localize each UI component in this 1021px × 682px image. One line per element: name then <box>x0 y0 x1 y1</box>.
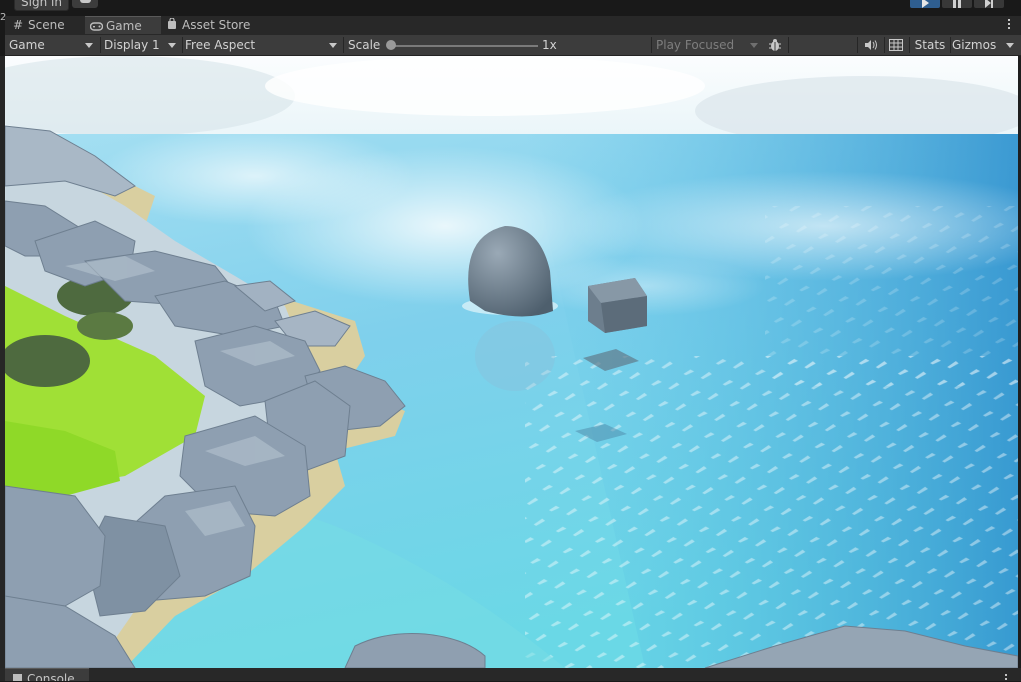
pause-icon <box>953 0 961 8</box>
toolbar-divider <box>950 37 951 53</box>
tab-asset-store[interactable]: Asset Store <box>165 16 250 35</box>
display-dropdown[interactable]: Display 1 <box>104 35 180 55</box>
console-icon <box>13 674 22 681</box>
tab-label: Console <box>27 672 75 681</box>
scale-value: 1x <box>542 38 557 52</box>
game-scene-render <box>5 56 1018 668</box>
stats-button[interactable]: Stats <box>911 35 949 55</box>
step-button[interactable] <box>974 0 1004 8</box>
sign-in-button[interactable]: Sign in <box>14 0 69 11</box>
cloud-button[interactable] <box>72 0 98 8</box>
tab-bar: # Scene Game Asset Store <box>5 16 1021 35</box>
play-icon <box>922 0 929 8</box>
tab-console[interactable]: Console <box>5 668 89 681</box>
grid-hash-icon: # <box>12 18 24 32</box>
gamepad-icon <box>89 17 103 36</box>
grid-icon <box>889 39 903 51</box>
play-focused-dropdown[interactable]: Play Focused <box>656 35 762 55</box>
speaker-icon <box>865 40 877 50</box>
gizmos-dropdown[interactable]: Gizmos <box>952 35 1018 55</box>
tab-label: Scene <box>28 18 65 32</box>
toolbar-divider <box>857 37 858 53</box>
toolbar-divider <box>884 37 885 53</box>
tab-scene[interactable]: # Scene <box>11 16 65 35</box>
game-toolbar: Game Display 1 Free Aspect Scale 1x Play… <box>5 35 1021 56</box>
shopping-bag-icon <box>165 16 179 35</box>
scale-slider-track[interactable] <box>390 45 538 47</box>
cloud-icon <box>80 0 91 3</box>
toolbar-divider <box>343 37 344 53</box>
top-strip: Sign in <box>0 0 1021 14</box>
grid-layout-button[interactable] <box>889 35 907 55</box>
scale-slider-handle[interactable] <box>386 40 396 50</box>
tab-game[interactable]: Game <box>85 16 161 34</box>
toolbar-divider <box>651 37 652 53</box>
bug-icon <box>769 39 781 51</box>
aspect-dropdown[interactable]: Free Aspect <box>185 35 341 55</box>
pause-button[interactable] <box>942 0 972 8</box>
play-button[interactable] <box>910 0 940 8</box>
toolbar-divider <box>909 37 910 53</box>
mute-audio-button[interactable] <box>864 35 880 55</box>
game-viewport[interactable] <box>5 56 1018 668</box>
debug-bug-button[interactable] <box>766 35 784 55</box>
tab-label: Asset Store <box>182 18 251 32</box>
tab-label: Game <box>106 19 142 33</box>
view-mode-dropdown[interactable]: Game <box>9 35 97 55</box>
toolbar-divider <box>788 37 789 53</box>
more-options-icon[interactable] <box>1008 19 1011 31</box>
bottom-tab-bar: Console <box>0 668 1021 681</box>
toolbar-divider <box>100 37 101 53</box>
scale-label: Scale <box>348 38 381 52</box>
step-icon <box>985 0 993 8</box>
toolbar-divider <box>182 37 183 53</box>
